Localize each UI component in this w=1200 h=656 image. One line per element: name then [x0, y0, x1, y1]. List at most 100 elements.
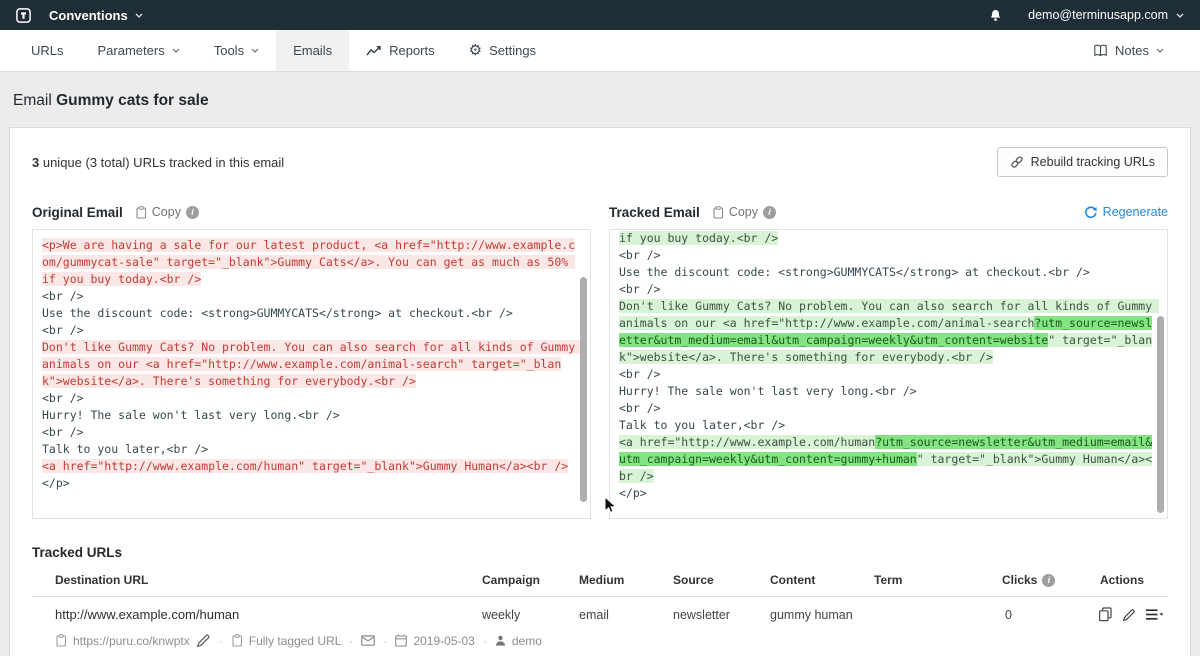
- book-icon: [1093, 44, 1108, 57]
- nav-label: Reports: [389, 43, 435, 58]
- code-line: <a href="http://www.example.com/human?ut…: [619, 434, 1158, 485]
- pencil-icon[interactable]: [196, 633, 211, 648]
- email-card: 3 unique (3 total) URLs tracked in this …: [9, 127, 1191, 656]
- edit-url-button[interactable]: [1122, 608, 1136, 622]
- info-icon[interactable]: i: [1042, 574, 1055, 587]
- nav-item-settings[interactable]: ⚙ Settings: [452, 30, 553, 71]
- tracked-urls-title: Tracked URLs: [32, 545, 1168, 560]
- code-line: Use the discount code: <strong>GUMMYCATS…: [619, 264, 1158, 281]
- code-line: <br />: [42, 288, 581, 305]
- code-line: <br />: [42, 424, 581, 441]
- regenerate-button[interactable]: Regenerate: [1084, 205, 1168, 219]
- mouse-cursor-icon: [604, 496, 618, 519]
- account-menu[interactable]: demo@terminusapp.com: [1028, 8, 1184, 22]
- urls-tracked-summary: 3 unique (3 total) URLs tracked in this …: [32, 155, 284, 170]
- info-icon[interactable]: i: [186, 206, 199, 219]
- person-icon: [495, 635, 506, 646]
- destination-url[interactable]: http://www.example.com/human: [32, 607, 480, 622]
- envelope-icon: [361, 635, 375, 646]
- content-value: gummy human: [768, 608, 872, 622]
- duplicate-url-button[interactable]: [1098, 607, 1113, 622]
- code-line: <br />: [42, 390, 581, 407]
- nav-item-tools[interactable]: Tools: [197, 30, 276, 71]
- created-date-text: 2019-05-03: [413, 634, 474, 648]
- scrollbar-thumb[interactable]: [580, 277, 587, 502]
- code-line: </p>: [42, 475, 581, 492]
- terminus-logo-icon[interactable]: [16, 8, 31, 23]
- notifications-bell-icon[interactable]: [989, 9, 1002, 22]
- code-line: <br />: [619, 366, 1158, 383]
- nav-label: Settings: [489, 43, 536, 58]
- code-line: Hurry! The sale won't last very long.<br…: [42, 407, 581, 424]
- col-destination-url: Destination URL: [32, 573, 480, 587]
- short-url-text: https://puru.co/knwptx: [73, 634, 190, 648]
- url-meta-row: https://puru.co/knwptx · Fully tagged UR…: [32, 622, 1168, 650]
- code-line: if you buy today.<br />: [619, 230, 1158, 247]
- clipboard-icon: [712, 206, 724, 219]
- email-association-button[interactable]: [361, 635, 375, 646]
- copy-label: Copy: [729, 205, 758, 219]
- nav-item-reports[interactable]: Reports: [349, 30, 452, 71]
- created-by-user: demo: [495, 634, 542, 648]
- topbar: Conventions demo@terminusapp.com: [0, 0, 1200, 30]
- original-email-code[interactable]: <p>We are having a sale for our latest p…: [32, 229, 591, 519]
- tag-status-text: Fully tagged URL: [249, 634, 342, 648]
- row-menu-button[interactable]: [1145, 608, 1164, 621]
- nav-label: URLs: [31, 43, 64, 58]
- code-line: <p>We are having a sale for our latest p…: [42, 237, 581, 288]
- chevron-down-icon: [1176, 13, 1184, 18]
- code-line: <a href="http://www.example.com/human" t…: [42, 458, 581, 475]
- col-term: Term: [872, 573, 972, 587]
- short-url-link[interactable]: https://puru.co/knwptx: [55, 633, 211, 648]
- clicks-value: 0: [972, 608, 1072, 622]
- nav-item-parameters[interactable]: Parameters: [81, 30, 197, 71]
- medium-value: email: [577, 608, 671, 622]
- nav-label: Parameters: [98, 43, 165, 58]
- col-medium: Medium: [577, 573, 671, 587]
- chevron-down-icon: [251, 48, 259, 53]
- tracked-email-code[interactable]: if you buy today.<br /> <br /> Use the dis…: [609, 229, 1168, 519]
- copy-label: Copy: [152, 205, 181, 219]
- code-line: <br />: [619, 400, 1158, 417]
- nav-item-emails[interactable]: Emails: [276, 30, 349, 71]
- code-line: Don't like Gummy Cats? No problem. You c…: [42, 339, 581, 390]
- chevron-down-icon: [1156, 48, 1164, 53]
- gear-icon: ⚙: [469, 43, 482, 58]
- nav-label: Notes: [1115, 43, 1149, 58]
- tag-status: Fully tagged URL: [231, 634, 342, 648]
- tracked-email-panel: Tracked Email Copy i Regenerate: [609, 202, 1168, 519]
- chart-zigzag-icon: [366, 45, 382, 57]
- code-line: </p>: [619, 485, 1158, 502]
- conventions-menu-label: Conventions: [49, 8, 128, 23]
- copy-original-button[interactable]: Copy i: [135, 205, 199, 219]
- campaign-value: weekly: [480, 608, 577, 622]
- clipboard-icon: [135, 206, 147, 219]
- clipboard-icon: [231, 634, 243, 647]
- original-email-panel: Original Email Copy i <p>We are having a…: [32, 202, 591, 519]
- col-campaign: Campaign: [480, 573, 577, 587]
- chevron-down-icon: [135, 13, 143, 18]
- copy-tracked-button[interactable]: Copy i: [712, 205, 776, 219]
- refresh-icon: [1084, 206, 1097, 219]
- copy-pages-icon: [1098, 607, 1113, 622]
- info-icon[interactable]: i: [763, 206, 776, 219]
- source-value: newsletter: [671, 608, 768, 622]
- rebuild-tracking-urls-button[interactable]: Rebuild tracking URLs: [997, 147, 1168, 177]
- regenerate-label: Regenerate: [1103, 205, 1168, 219]
- nav-item-notes[interactable]: Notes: [1076, 30, 1188, 71]
- nav-item-urls[interactable]: URLs: [14, 30, 81, 71]
- original-email-title: Original Email: [32, 205, 123, 220]
- rebuild-button-label: Rebuild tracking URLs: [1031, 155, 1155, 169]
- code-line: Hurry! The sale won't last very long.<br…: [619, 383, 1158, 400]
- code-line: Talk to you later,<br />: [619, 417, 1158, 434]
- menu-caret-icon: [1145, 608, 1164, 621]
- conventions-menu[interactable]: Conventions: [49, 8, 143, 23]
- code-line: Use the discount code: <strong>GUMMYCATS…: [42, 305, 581, 322]
- page-title: Email Gummy cats for sale: [13, 92, 1200, 110]
- account-email: demo@terminusapp.com: [1028, 8, 1168, 22]
- nav-label: Emails: [293, 43, 332, 58]
- code-line: <br />: [42, 322, 581, 339]
- scrollbar-thumb[interactable]: [1157, 316, 1164, 513]
- link-icon: [1010, 155, 1024, 169]
- col-clicks: Clicks i: [972, 573, 1072, 587]
